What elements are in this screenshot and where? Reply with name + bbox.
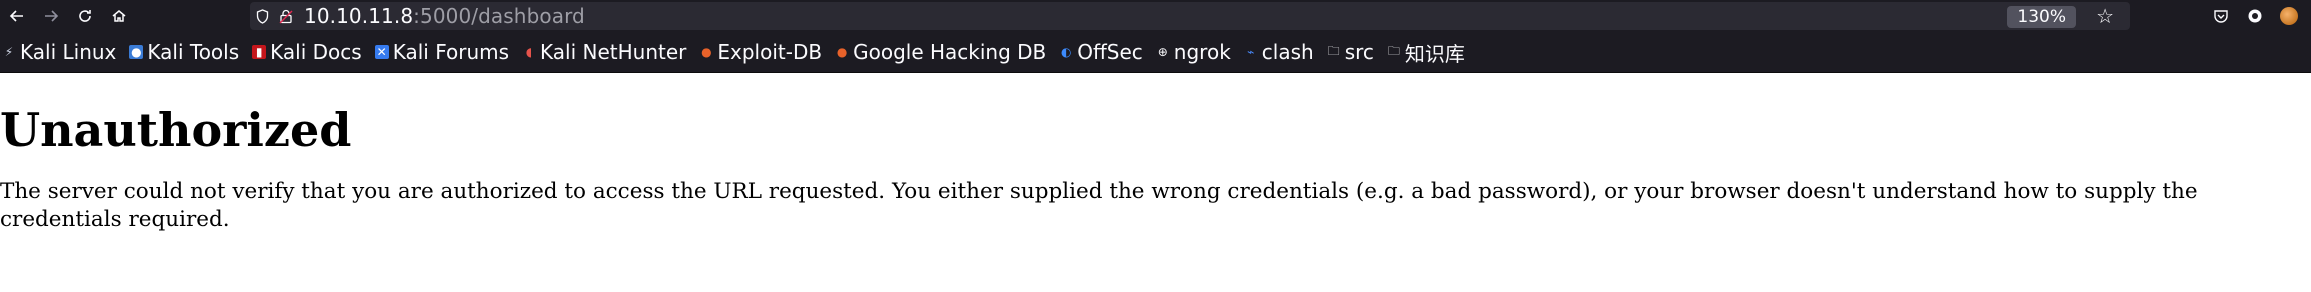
ghdb-icon: ● — [836, 45, 848, 59]
bookmark-label: Exploit-DB — [717, 40, 823, 64]
back-button[interactable] — [0, 0, 34, 32]
bookmark-label: 知识库 — [1404, 41, 1465, 66]
avatar — [2280, 7, 2298, 25]
url-host: 10.10.11.8 — [304, 4, 414, 28]
offsec-icon: ◐ — [1061, 45, 1072, 59]
nethunter-icon: ◖ — [525, 45, 533, 59]
reload-button[interactable] — [68, 0, 102, 32]
bookmark-label: Kali NetHunter — [540, 40, 687, 64]
bookmark-item[interactable]: ● Kali Tools — [129, 40, 239, 64]
zoom-level-badge[interactable]: 130% — [2007, 6, 2076, 28]
bookmark-item[interactable]: ● Google Hacking DB — [835, 40, 1046, 64]
home-icon — [112, 10, 126, 22]
url-text[interactable]: 10.10.11.8:5000/dashboard — [304, 4, 585, 28]
reload-icon — [79, 10, 91, 22]
pocket-icon[interactable] — [2211, 6, 2231, 26]
page-content: Unauthorized The server could not verify… — [0, 105, 2311, 234]
kali-docs-icon: ▮ — [252, 45, 267, 59]
bookmark-label: Kali Docs — [270, 40, 362, 64]
home-button[interactable] — [102, 0, 136, 32]
kali-forums-icon: ✕ — [374, 45, 389, 59]
bookmark-item[interactable]: ⌁ clash — [1244, 40, 1314, 64]
error-message: The server could not verify that you are… — [0, 178, 2198, 232]
toolbar-right-icons — [2211, 0, 2311, 32]
exploit-db-icon: ● — [701, 45, 712, 59]
bookmark-item[interactable]: ◖ Kali NetHunter — [522, 40, 687, 64]
bookmark-label: ngrok — [1173, 40, 1231, 64]
insecure-lock-icon[interactable] — [274, 2, 298, 30]
browser-toolbar: 10.10.11.8:5000/dashboard 130% ☆ — [0, 0, 2311, 32]
bookmark-item[interactable]: ▮ Kali Docs — [252, 40, 362, 64]
url-path: :5000/dashboard — [413, 4, 585, 28]
bookmark-item[interactable]: 🗀 src — [1327, 40, 1374, 64]
extension-icon[interactable] — [2245, 6, 2265, 26]
bookmark-label: Kali Linux — [20, 40, 117, 64]
forward-arrow-icon — [45, 10, 59, 22]
bookmark-label: clash — [1261, 40, 1314, 64]
forward-button[interactable] — [34, 0, 68, 32]
bookmark-star-icon[interactable]: ☆ — [2096, 4, 2114, 28]
bookmark-label: Google Hacking DB — [853, 40, 1047, 64]
bookmark-item[interactable]: ✕ Kali Forums — [374, 40, 510, 64]
url-bar[interactable]: 10.10.11.8:5000/dashboard 130% ☆ — [250, 2, 2130, 30]
bookmark-item[interactable]: ◐ OffSec — [1059, 40, 1143, 64]
account-avatar[interactable] — [2279, 6, 2299, 26]
bookmarks-toolbar: ⚡ Kali Linux ● Kali Tools ▮ Kali Docs ✕ Kali Fo… — [0, 32, 2311, 72]
clash-icon: ⌁ — [1247, 45, 1255, 59]
bookmark-label: Kali Tools — [147, 40, 240, 64]
browser-chrome: 10.10.11.8:5000/dashboard 130% ☆ ⚡ Kali L… — [0, 0, 2311, 73]
kali-tools-icon: ● — [129, 45, 144, 59]
bookmark-item[interactable]: 🗀 知识库 — [1387, 38, 1465, 67]
shield-icon[interactable] — [250, 2, 274, 30]
page-title: Unauthorized — [0, 103, 352, 157]
bookmark-label: src — [1344, 40, 1374, 64]
bookmark-label: Kali Forums — [392, 40, 510, 64]
folder-icon: 🗀 — [1387, 43, 1400, 58]
bookmark-label: OffSec — [1077, 40, 1143, 64]
back-arrow-icon — [9, 10, 23, 22]
bookmark-item[interactable]: ⚡ Kali Linux — [2, 40, 117, 64]
folder-icon: 🗀 — [1327, 43, 1340, 58]
kali-dragon-icon: ⚡ — [4, 45, 14, 59]
globe-icon: ⊕ — [1157, 45, 1168, 59]
bookmark-item[interactable]: ⊕ ngrok — [1156, 40, 1231, 64]
toolbar-divider — [0, 72, 2311, 73]
bookmark-item[interactable]: ● Exploit-DB — [699, 40, 822, 64]
